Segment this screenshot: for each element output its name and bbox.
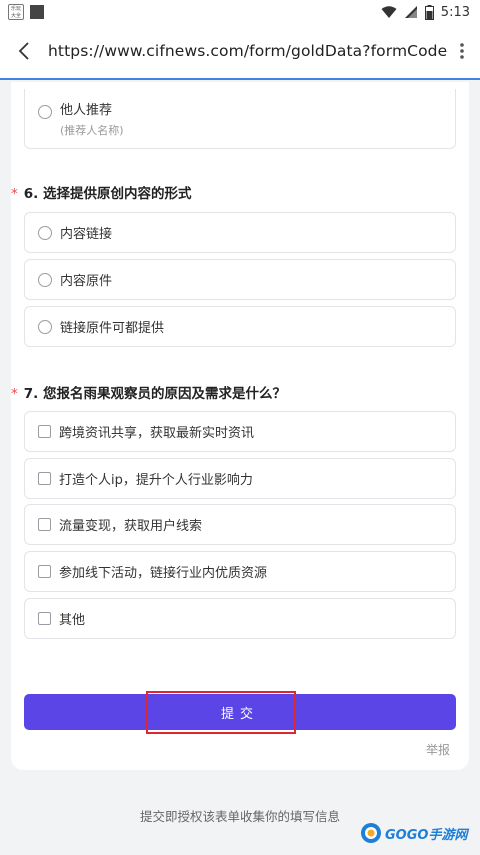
option-referral-text: 他人推荐 (推荐人名称) xyxy=(60,99,124,138)
radio-button[interactable] xyxy=(38,272,52,287)
option-label: 内容原件 xyxy=(60,274,113,289)
checkbox[interactable] xyxy=(38,565,51,578)
required-mark: * xyxy=(11,186,18,202)
watermark-text: GOGO手游网 xyxy=(385,827,468,843)
question-6-text: 6. 选择提供原创内容的形式 xyxy=(23,186,192,202)
q7-option-5[interactable]: 其他 xyxy=(24,598,456,639)
q6-option-1[interactable]: 内容链接 xyxy=(24,212,456,253)
radio-button[interactable] xyxy=(38,319,52,334)
more-vertical-icon xyxy=(460,43,464,59)
q7-option-3[interactable]: 流量变现，获取用户线索 xyxy=(24,504,456,545)
q7-option-1[interactable]: 跨境资讯共享，获取最新实时资讯 xyxy=(24,411,456,452)
notification-square-icon xyxy=(30,5,44,19)
signal-icon xyxy=(404,6,417,18)
q6-option-3[interactable]: 链接原件可都提供 xyxy=(24,306,456,347)
option-label: 参加线下活动，链接行业内优质资源 xyxy=(59,566,268,581)
gogo-logo-icon xyxy=(361,823,381,843)
option-label: 跨境资讯共享，获取最新实时资讯 xyxy=(59,426,255,441)
question-6-title: * 6. 选择提供原创内容的形式 xyxy=(11,182,191,202)
option-label: 流量变现，获取用户线索 xyxy=(59,519,203,534)
status-time: 5:13 xyxy=(440,4,470,20)
option-hint: (推荐人名称) xyxy=(60,124,124,137)
option-label: 他人推荐 xyxy=(60,103,113,118)
checkbox[interactable] xyxy=(38,612,51,625)
option-label: 打造个人ip，提升个人行业影响力 xyxy=(59,473,253,488)
question-7-text: 7. 您报名雨果观察员的原因及需求是什么？ xyxy=(23,386,286,402)
option-label: 内容链接 xyxy=(60,227,113,242)
checkbox[interactable] xyxy=(38,472,51,485)
option-label: 其他 xyxy=(59,613,86,628)
submit-button[interactable]: 提交 xyxy=(24,694,456,730)
back-button[interactable] xyxy=(0,23,48,79)
watermark: GOGO手游网 xyxy=(360,822,467,844)
chevron-left-icon xyxy=(18,42,29,60)
url-text[interactable]: https://www.cifnews.com/form/goldData?fo… xyxy=(48,42,448,60)
status-bar: 乐玩 大全 5:13 xyxy=(0,0,480,24)
battery-icon xyxy=(424,4,434,20)
form-card: 他人推荐 (推荐人名称) * 6. 选择提供原创内容的形式 内容链接 内容原件 链… xyxy=(11,82,469,770)
radio-button[interactable] xyxy=(38,104,52,119)
q6-option-2[interactable]: 内容原件 xyxy=(24,259,456,300)
checkbox[interactable] xyxy=(38,518,51,531)
option-referral[interactable]: 他人推荐 (推荐人名称) xyxy=(24,89,456,149)
q7-option-2[interactable]: 打造个人ip，提升个人行业影响力 xyxy=(24,458,456,499)
required-mark: * xyxy=(11,386,18,402)
question-7-title: * 7. 您报名雨果观察员的原因及需求是什么？ xyxy=(11,382,286,402)
radio-button[interactable] xyxy=(38,225,52,240)
browser-url-bar: https://www.cifnews.com/form/goldData?fo… xyxy=(0,24,480,80)
checkbox[interactable] xyxy=(38,425,51,438)
wifi-icon xyxy=(381,5,397,18)
report-link[interactable]: 举报 xyxy=(426,741,450,758)
app-badge-icon: 乐玩 大全 xyxy=(8,4,24,20)
status-bar-left: 乐玩 大全 xyxy=(8,4,44,20)
more-options-button[interactable] xyxy=(448,23,476,79)
option-label: 链接原件可都提供 xyxy=(60,321,165,336)
status-bar-right: 5:13 xyxy=(381,4,470,20)
q7-option-4[interactable]: 参加线下活动，链接行业内优质资源 xyxy=(24,551,456,592)
